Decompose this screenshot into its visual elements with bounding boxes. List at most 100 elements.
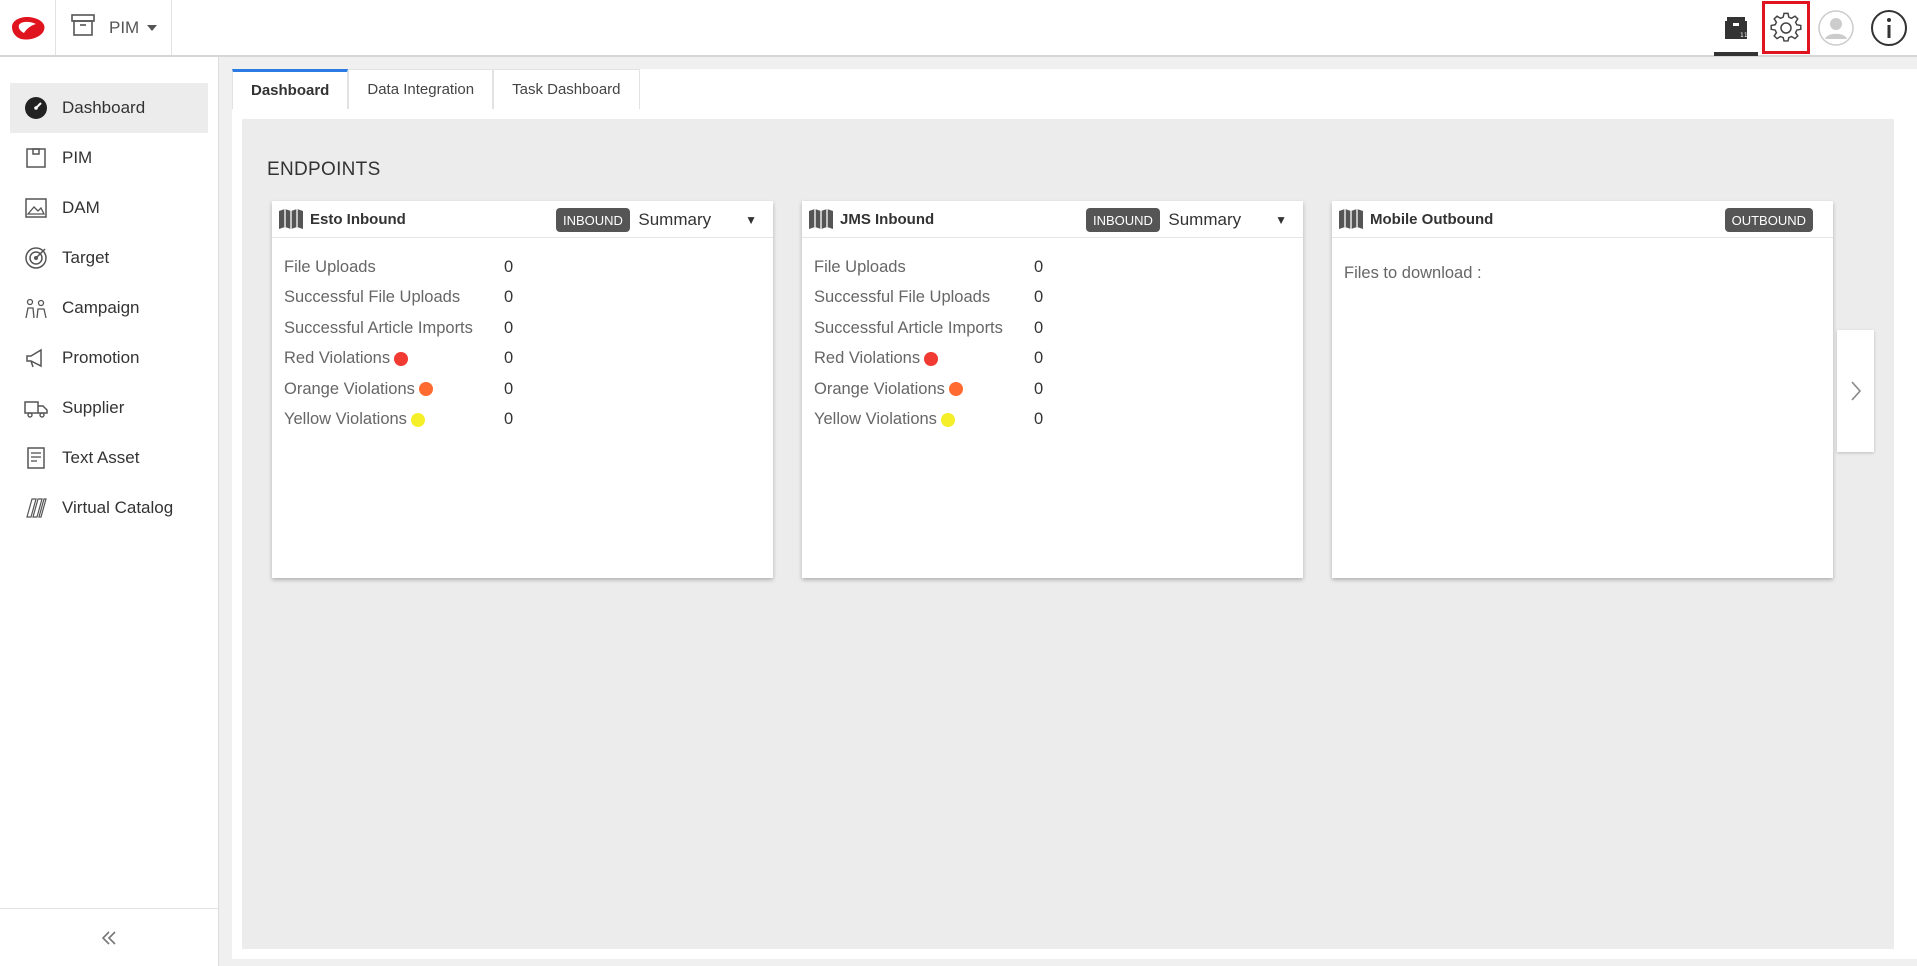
gear-icon (1770, 12, 1802, 42)
stat-row: Yellow Violations 0 (284, 405, 773, 436)
sidebar-item-label: PIM (62, 148, 93, 167)
sidebar-item-label: Promotion (62, 348, 140, 367)
package-icon: 11 (1725, 16, 1748, 39)
sidebar-item-pim[interactable]: PIM (10, 133, 208, 183)
stat-value: 0 (504, 288, 514, 307)
sidebar-item-target[interactable]: Target (10, 233, 208, 283)
sidebar-item-label: Target (62, 248, 110, 267)
sidebar-nav: Dashboard PIM DAM Target Campaign Promot… (0, 57, 218, 533)
stat-value: 0 (504, 318, 514, 337)
main-panel: Dashboard Data Integration Task Dashboar… (232, 69, 1917, 959)
sidebar: Dashboard PIM DAM Target Campaign Promot… (0, 57, 219, 966)
target-icon (24, 246, 48, 270)
pim-icon (24, 146, 48, 170)
stat-row: Yellow Violations 0 (814, 405, 1303, 436)
status-badge: OUTBOUND (1724, 208, 1813, 232)
sidebar-item-dam[interactable]: DAM (10, 183, 208, 233)
map-icon (1339, 209, 1363, 229)
stat-label: Red Violations (814, 349, 921, 368)
top-bar: PIM 11 (0, 0, 1917, 57)
summary-dropdown[interactable]: Summary ▼ (638, 201, 757, 238)
stat-value: 0 (504, 379, 514, 398)
sidebar-item-label: Supplier (62, 398, 125, 417)
card-header: Esto Inbound INBOUND Summary ▼ (272, 201, 773, 238)
stat-label-wrap: Orange Violations (814, 380, 1034, 399)
dropdown-arrow-icon: ▼ (745, 212, 757, 227)
dashboard-content: ENDPOINTS Esto Inbound INBOUND Summary ▼… (242, 119, 1894, 949)
brand-logo-icon (11, 16, 45, 40)
stat-value: 0 (1034, 379, 1044, 398)
stat-row: Successful File Uploads 0 (814, 283, 1303, 314)
sidebar-item-campaign[interactable]: Campaign (10, 283, 208, 333)
stat-label: Successful File Uploads (284, 288, 461, 307)
module-label: PIM (109, 17, 140, 37)
stat-label: File Uploads (284, 257, 376, 276)
tab-data-integration[interactable]: Data Integration (348, 69, 494, 109)
orange-dot-icon (948, 382, 963, 397)
catalog-icon (24, 496, 48, 520)
sidebar-item-promotion[interactable]: Promotion (10, 333, 208, 383)
sidebar-item-virtual-catalog[interactable]: Virtual Catalog (10, 483, 208, 533)
stat-row: Orange Violations 0 (814, 374, 1303, 405)
stat-label: Successful File Uploads (814, 288, 991, 307)
summary-dropdown-label: Summary (1168, 209, 1242, 229)
svg-text:11: 11 (1740, 32, 1748, 39)
info-button[interactable] (1861, 0, 1917, 55)
info-icon (1871, 9, 1907, 46)
tab-dashboard[interactable]: Dashboard (232, 69, 349, 109)
sidebar-item-label: Campaign (62, 298, 140, 317)
user-avatar-icon (1818, 9, 1854, 46)
stat-row: File Uploads 0 (284, 252, 773, 283)
stat-value: 0 (504, 349, 514, 368)
orange-dot-icon (418, 382, 433, 397)
sidebar-item-supplier[interactable]: Supplier (10, 383, 208, 433)
archive-icon (71, 14, 95, 41)
stat-label: File Uploads (814, 257, 906, 276)
stat-value: 0 (504, 257, 514, 276)
card-title: Mobile Outbound (1370, 210, 1494, 228)
stat-row: Red Violations 0 (284, 344, 773, 375)
red-dot-icon (394, 351, 409, 366)
campaign-icon (24, 296, 48, 320)
sidebar-item-label: Virtual Catalog (62, 498, 174, 517)
stat-label: Yellow Violations (284, 410, 407, 429)
stat-label: Orange Violations (284, 379, 415, 398)
stat-label-wrap: Red Violations (814, 349, 1034, 368)
summary-dropdown[interactable]: Summary ▼ (1168, 201, 1287, 238)
section-title: ENDPOINTS (267, 159, 381, 180)
sidebar-item-dashboard[interactable]: Dashboard (10, 83, 208, 133)
package-button[interactable]: 11 (1711, 0, 1761, 56)
endpoint-card-esto-inbound: Esto Inbound INBOUND Summary ▼ File Uplo… (272, 201, 773, 578)
stats-list: File Uploads 0 Successful File Uploads 0 S… (272, 238, 773, 435)
module-switcher[interactable]: PIM (56, 0, 172, 55)
user-button[interactable] (1811, 0, 1861, 55)
stat-value: 0 (1034, 318, 1044, 337)
chevron-right-icon (1850, 381, 1861, 401)
map-icon (809, 209, 833, 229)
sidebar-item-text-asset[interactable]: Text Asset (10, 433, 208, 483)
stat-label-wrap: Yellow Violations (814, 410, 1034, 429)
settings-button[interactable] (1761, 0, 1811, 55)
stat-value: 0 (1034, 288, 1044, 307)
stat-value: 0 (1034, 349, 1044, 368)
files-to-download-label: Files to download : (1344, 264, 1482, 282)
card-title: Esto Inbound (310, 210, 406, 228)
collapse-sidebar-button[interactable] (0, 908, 218, 966)
stat-value: 0 (1034, 257, 1044, 276)
stat-label: Red Violations (284, 349, 391, 368)
brand-logo[interactable] (0, 0, 56, 55)
tab-task-dashboard[interactable]: Task Dashboard (493, 69, 640, 109)
stat-label: Successful Article Imports (284, 318, 473, 337)
endpoint-card-mobile-outbound: Mobile Outbound OUTBOUND Files to downlo… (1332, 201, 1833, 578)
stat-label-wrap: Yellow Violations (284, 410, 504, 429)
sidebar-item-label: Dashboard (62, 98, 146, 117)
sidebar-item-label: Text Asset (62, 448, 140, 467)
stat-label: Successful Article Imports (814, 318, 1003, 337)
status-badge: INBOUND (556, 208, 630, 232)
tab-bar: Dashboard Data Integration Task Dashboar… (232, 69, 640, 110)
sidebar-item-label: DAM (62, 198, 100, 217)
document-icon (24, 446, 48, 470)
stat-value: 0 (504, 410, 514, 429)
stat-row: Red Violations 0 (814, 344, 1303, 375)
next-page-button[interactable] (1837, 330, 1874, 452)
